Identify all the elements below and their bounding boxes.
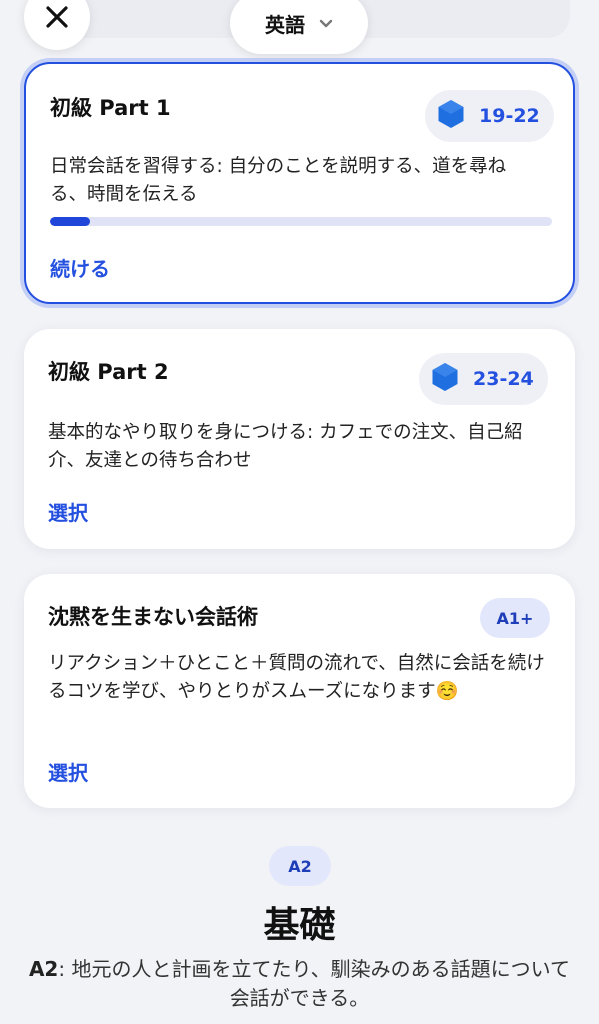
unit-range: 19-22: [479, 105, 540, 127]
level-badge: A1+: [480, 598, 550, 638]
course-card-beginner-part1[interactable]: 初級 Part 1 19-22 日常会話を習得する: 自分のことを説明する、道を…: [24, 62, 575, 304]
course-description: 日常会話を習得する: 自分のことを説明する、道を尋ねる、時間を伝える: [50, 156, 507, 205]
language-selector[interactable]: 英語: [230, 0, 368, 54]
unit-range-badge: 23-24: [419, 353, 548, 405]
course-card-conversation-skills[interactable]: 沈黙を生まない会話術 A1+ リアクション＋ひとこと＋質問の流れで、自然に会話を…: [24, 574, 575, 808]
select-button[interactable]: 選択: [48, 757, 88, 786]
chevron-down-icon: [319, 14, 333, 33]
course-description: 基本的なやり取りを身につける: カフェでの注文、自己紹介、友達との待ち合わせ: [48, 422, 523, 471]
hexagon-icon: [431, 362, 459, 396]
section-description: A2: 地元の人と計画を立てたり、馴染みのある話題について会話ができる。: [20, 955, 579, 1013]
hexagon-icon: [437, 99, 465, 133]
progress-bar: [50, 217, 552, 226]
course-description: リアクション＋ひとこと＋質問の流れで、自然に会話を続けるコツを学び、やりとりがス…: [48, 653, 545, 702]
course-card-beginner-part2[interactable]: 初級 Part 2 23-24 基本的なやり取りを身につける: カフェでの注文、…: [24, 329, 575, 549]
select-button[interactable]: 選択: [48, 497, 88, 526]
section-description-text: : 地元の人と計画を立てたり、馴染みのある話題について会話ができる。: [58, 957, 571, 1010]
course-title: 初級 Part 1: [50, 96, 171, 120]
section-title: 基礎: [263, 905, 336, 946]
language-label: 英語: [265, 12, 305, 37]
section-level-badge: A2: [269, 846, 331, 886]
close-button[interactable]: [24, 0, 90, 50]
close-icon: [45, 5, 69, 29]
section-description-level: A2: [28, 957, 59, 981]
unit-range-badge: 19-22: [425, 90, 554, 142]
unit-range: 23-24: [473, 368, 534, 390]
progress-fill: [50, 217, 91, 226]
continue-button[interactable]: 続ける: [50, 253, 110, 282]
course-title: 沈黙を生まない会話術: [48, 605, 258, 629]
course-title: 初級 Part 2: [48, 360, 169, 384]
